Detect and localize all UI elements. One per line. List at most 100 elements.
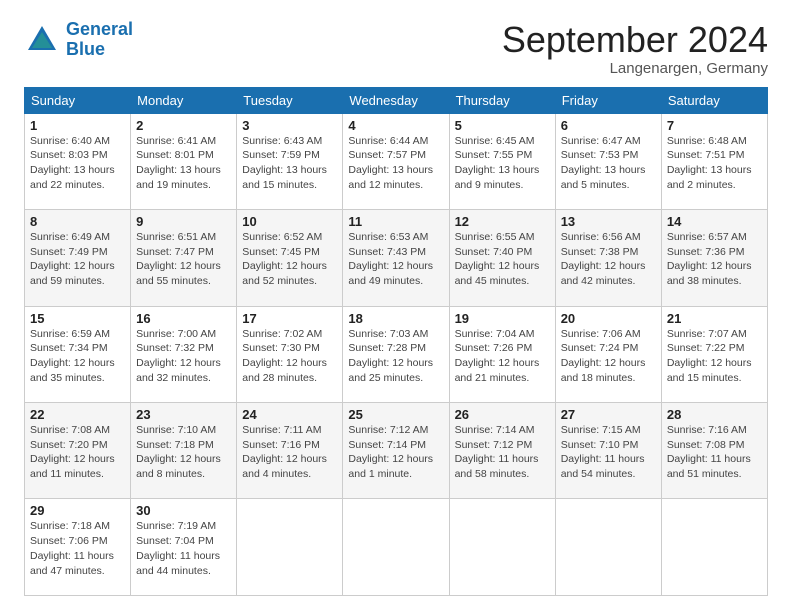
logo-icon [24,22,60,58]
day-header-thursday: Thursday [449,87,555,113]
calendar-cell: 12Sunrise: 6:55 AM Sunset: 7:40 PM Dayli… [449,210,555,306]
calendar-cell [237,499,343,596]
day-number: 3 [242,118,337,133]
day-number: 14 [667,214,762,229]
logo-general: General [66,19,133,39]
day-info: Sunrise: 7:03 AM Sunset: 7:28 PM Dayligh… [348,327,443,386]
calendar-cell: 21Sunrise: 7:07 AM Sunset: 7:22 PM Dayli… [661,306,767,402]
day-info: Sunrise: 6:41 AM Sunset: 8:01 PM Dayligh… [136,134,231,193]
day-number: 13 [561,214,656,229]
day-info: Sunrise: 6:47 AM Sunset: 7:53 PM Dayligh… [561,134,656,193]
day-info: Sunrise: 6:43 AM Sunset: 7:59 PM Dayligh… [242,134,337,193]
day-info: Sunrise: 7:19 AM Sunset: 7:04 PM Dayligh… [136,519,231,578]
day-number: 7 [667,118,762,133]
day-info: Sunrise: 7:04 AM Sunset: 7:26 PM Dayligh… [455,327,550,386]
day-header-tuesday: Tuesday [237,87,343,113]
day-number: 20 [561,311,656,326]
day-number: 23 [136,407,231,422]
calendar-cell [555,499,661,596]
day-number: 9 [136,214,231,229]
day-number: 8 [30,214,125,229]
day-number: 6 [561,118,656,133]
calendar-cell: 6Sunrise: 6:47 AM Sunset: 7:53 PM Daylig… [555,113,661,209]
day-number: 26 [455,407,550,422]
calendar-cell: 18Sunrise: 7:03 AM Sunset: 7:28 PM Dayli… [343,306,449,402]
day-info: Sunrise: 6:57 AM Sunset: 7:36 PM Dayligh… [667,230,762,289]
day-header-saturday: Saturday [661,87,767,113]
day-header-sunday: Sunday [25,87,131,113]
calendar-cell: 22Sunrise: 7:08 AM Sunset: 7:20 PM Dayli… [25,403,131,499]
day-info: Sunrise: 7:08 AM Sunset: 7:20 PM Dayligh… [30,423,125,482]
calendar-cell: 26Sunrise: 7:14 AM Sunset: 7:12 PM Dayli… [449,403,555,499]
logo-blue-text: Blue [66,39,105,59]
calendar-cell [343,499,449,596]
day-number: 2 [136,118,231,133]
day-info: Sunrise: 6:56 AM Sunset: 7:38 PM Dayligh… [561,230,656,289]
day-number: 25 [348,407,443,422]
calendar-cell: 11Sunrise: 6:53 AM Sunset: 7:43 PM Dayli… [343,210,449,306]
calendar-cell: 1Sunrise: 6:40 AM Sunset: 8:03 PM Daylig… [25,113,131,209]
day-info: Sunrise: 6:48 AM Sunset: 7:51 PM Dayligh… [667,134,762,193]
day-info: Sunrise: 7:06 AM Sunset: 7:24 PM Dayligh… [561,327,656,386]
day-number: 10 [242,214,337,229]
day-info: Sunrise: 7:11 AM Sunset: 7:16 PM Dayligh… [242,423,337,482]
calendar-cell: 8Sunrise: 6:49 AM Sunset: 7:49 PM Daylig… [25,210,131,306]
day-number: 19 [455,311,550,326]
day-info: Sunrise: 7:14 AM Sunset: 7:12 PM Dayligh… [455,423,550,482]
day-number: 21 [667,311,762,326]
location: Langenargen, Germany [502,60,768,77]
day-header-friday: Friday [555,87,661,113]
day-info: Sunrise: 7:15 AM Sunset: 7:10 PM Dayligh… [561,423,656,482]
calendar-cell: 17Sunrise: 7:02 AM Sunset: 7:30 PM Dayli… [237,306,343,402]
day-info: Sunrise: 6:59 AM Sunset: 7:34 PM Dayligh… [30,327,125,386]
calendar-cell: 24Sunrise: 7:11 AM Sunset: 7:16 PM Dayli… [237,403,343,499]
day-number: 24 [242,407,337,422]
day-number: 4 [348,118,443,133]
calendar-cell: 13Sunrise: 6:56 AM Sunset: 7:38 PM Dayli… [555,210,661,306]
day-info: Sunrise: 7:10 AM Sunset: 7:18 PM Dayligh… [136,423,231,482]
day-info: Sunrise: 6:44 AM Sunset: 7:57 PM Dayligh… [348,134,443,193]
day-info: Sunrise: 7:18 AM Sunset: 7:06 PM Dayligh… [30,519,125,578]
month-title: September 2024 [502,20,768,60]
day-number: 12 [455,214,550,229]
calendar-cell: 15Sunrise: 6:59 AM Sunset: 7:34 PM Dayli… [25,306,131,402]
calendar-cell: 20Sunrise: 7:06 AM Sunset: 7:24 PM Dayli… [555,306,661,402]
day-header-wednesday: Wednesday [343,87,449,113]
day-info: Sunrise: 7:02 AM Sunset: 7:30 PM Dayligh… [242,327,337,386]
calendar-week-row: 8Sunrise: 6:49 AM Sunset: 7:49 PM Daylig… [25,210,768,306]
day-number: 16 [136,311,231,326]
calendar-week-row: 29Sunrise: 7:18 AM Sunset: 7:06 PM Dayli… [25,499,768,596]
day-number: 27 [561,407,656,422]
calendar-cell: 16Sunrise: 7:00 AM Sunset: 7:32 PM Dayli… [131,306,237,402]
calendar-cell: 27Sunrise: 7:15 AM Sunset: 7:10 PM Dayli… [555,403,661,499]
calendar-cell: 25Sunrise: 7:12 AM Sunset: 7:14 PM Dayli… [343,403,449,499]
calendar-cell [449,499,555,596]
calendar-cell: 14Sunrise: 6:57 AM Sunset: 7:36 PM Dayli… [661,210,767,306]
day-info: Sunrise: 6:53 AM Sunset: 7:43 PM Dayligh… [348,230,443,289]
day-number: 28 [667,407,762,422]
calendar-cell: 9Sunrise: 6:51 AM Sunset: 7:47 PM Daylig… [131,210,237,306]
title-section: September 2024 Langenargen, Germany [502,20,768,77]
day-info: Sunrise: 7:16 AM Sunset: 7:08 PM Dayligh… [667,423,762,482]
calendar-table: SundayMondayTuesdayWednesdayThursdayFrid… [24,87,768,596]
calendar-cell: 7Sunrise: 6:48 AM Sunset: 7:51 PM Daylig… [661,113,767,209]
calendar-cell: 10Sunrise: 6:52 AM Sunset: 7:45 PM Dayli… [237,210,343,306]
calendar-cell: 2Sunrise: 6:41 AM Sunset: 8:01 PM Daylig… [131,113,237,209]
day-number: 11 [348,214,443,229]
day-number: 22 [30,407,125,422]
calendar-header-row: SundayMondayTuesdayWednesdayThursdayFrid… [25,87,768,113]
calendar-week-row: 22Sunrise: 7:08 AM Sunset: 7:20 PM Dayli… [25,403,768,499]
logo: General Blue [24,20,133,60]
day-info: Sunrise: 7:07 AM Sunset: 7:22 PM Dayligh… [667,327,762,386]
day-number: 30 [136,503,231,518]
calendar-cell: 5Sunrise: 6:45 AM Sunset: 7:55 PM Daylig… [449,113,555,209]
calendar-week-row: 15Sunrise: 6:59 AM Sunset: 7:34 PM Dayli… [25,306,768,402]
calendar-cell: 29Sunrise: 7:18 AM Sunset: 7:06 PM Dayli… [25,499,131,596]
calendar-week-row: 1Sunrise: 6:40 AM Sunset: 8:03 PM Daylig… [25,113,768,209]
day-header-monday: Monday [131,87,237,113]
day-info: Sunrise: 6:40 AM Sunset: 8:03 PM Dayligh… [30,134,125,193]
day-info: Sunrise: 6:45 AM Sunset: 7:55 PM Dayligh… [455,134,550,193]
day-info: Sunrise: 6:51 AM Sunset: 7:47 PM Dayligh… [136,230,231,289]
page: General Blue September 2024 Langenargen,… [0,0,792,612]
day-info: Sunrise: 6:52 AM Sunset: 7:45 PM Dayligh… [242,230,337,289]
